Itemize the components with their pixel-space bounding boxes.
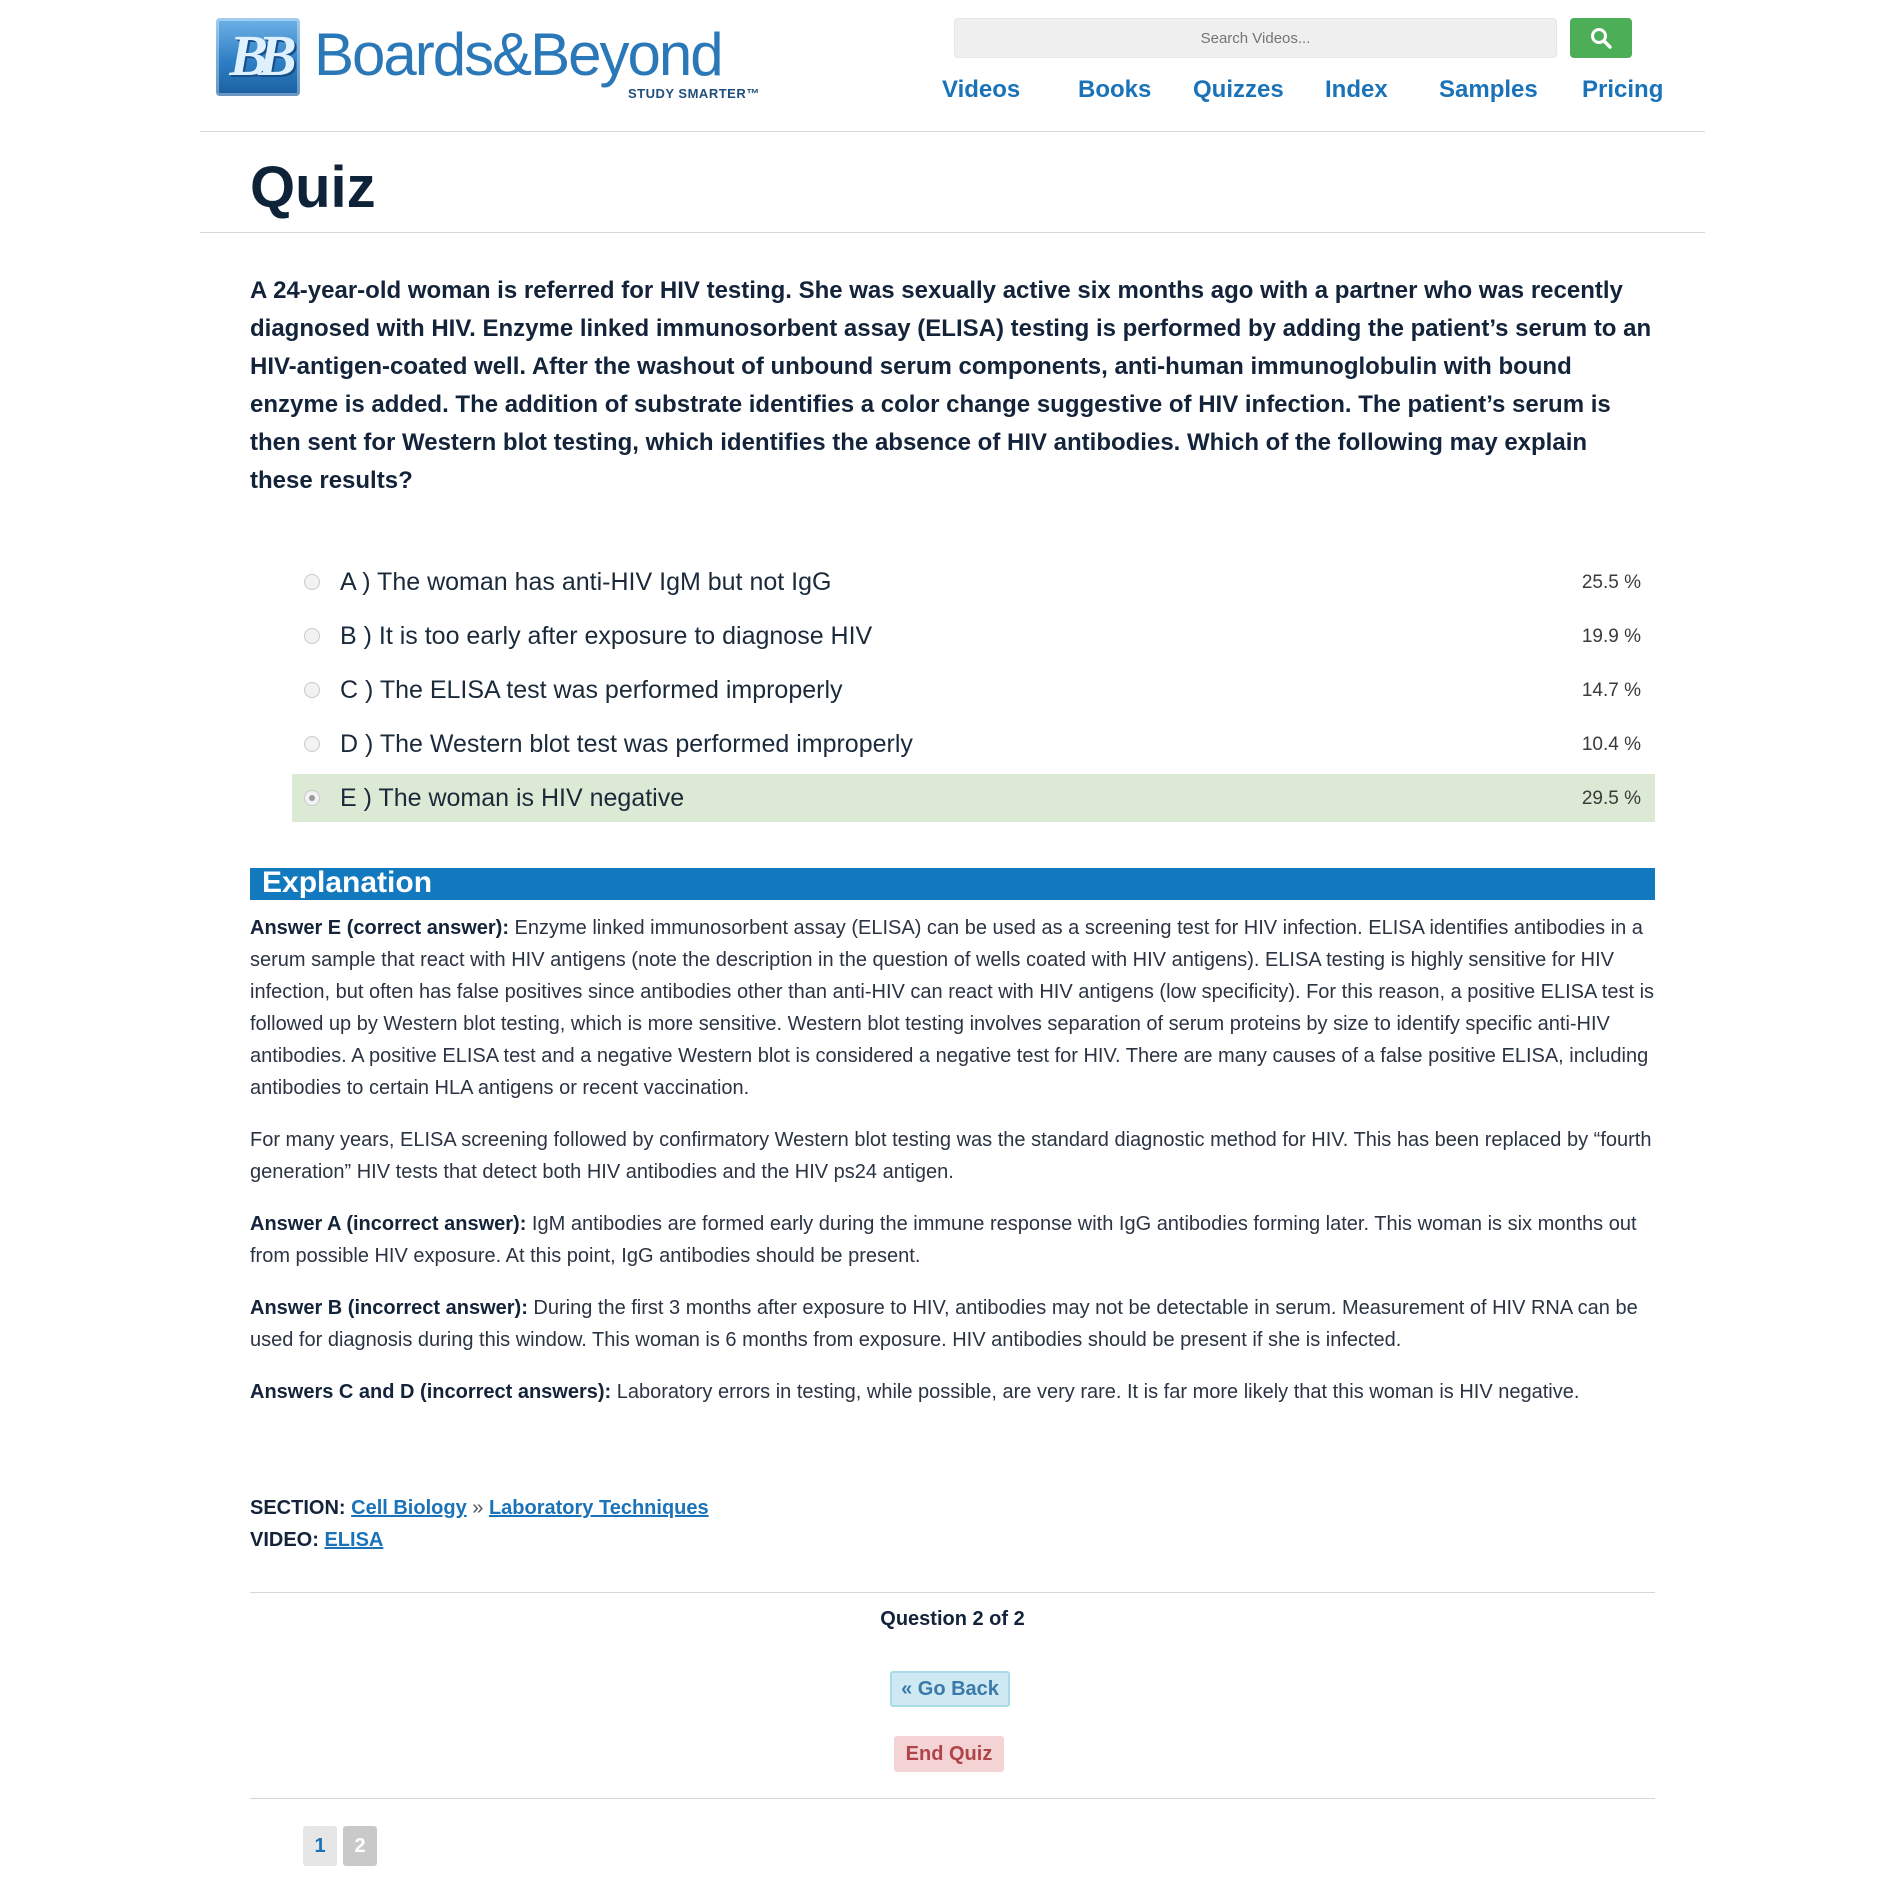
- nav-samples[interactable]: Samples: [1439, 76, 1538, 104]
- quiz-meta: SECTION: Cell Biology » Laboratory Techn…: [250, 1492, 709, 1556]
- option-label: E ) The woman is HIV negative: [340, 784, 685, 812]
- logo-mark: BB: [216, 18, 300, 96]
- video-line: VIDEO: ELISA: [250, 1524, 709, 1556]
- site-logo[interactable]: BB Boards&Beyond STUDY SMARTER™: [216, 18, 759, 101]
- divider: [250, 1592, 1655, 1593]
- logo-wordmark: Boards&Beyond: [314, 21, 724, 88]
- option-e-correct[interactable]: E ) The woman is HIV negative 29.5 %: [292, 774, 1655, 822]
- magnifier-icon: [1591, 28, 1612, 49]
- paragraph-lead: Answer B (incorrect answer):: [250, 1297, 528, 1319]
- search-input[interactable]: [954, 18, 1557, 58]
- question-stem: A 24-year-old woman is referred for HIV …: [250, 277, 1652, 494]
- explanation-header: Explanation: [250, 866, 1655, 900]
- video-label: VIDEO:: [250, 1529, 319, 1551]
- section-line: SECTION: Cell Biology » Laboratory Techn…: [250, 1492, 709, 1524]
- explanation-paragraph: Answer B (incorrect answer): During the …: [250, 1292, 1655, 1356]
- main-nav: Videos Books Quizzes Index Samples Prici…: [942, 76, 1702, 106]
- paragraph-text: Laboratory errors in testing, while poss…: [611, 1381, 1580, 1403]
- nav-videos[interactable]: Videos: [942, 76, 1020, 104]
- logo-mark-letters: BB: [229, 23, 296, 88]
- option-label: C ) The ELISA test was performed imprope…: [340, 676, 843, 704]
- option-a[interactable]: A ) The woman has anti-HIV IgM but not I…: [292, 558, 1655, 606]
- page-title: Quiz: [250, 155, 376, 220]
- question-counter: Question 2 of 2: [880, 1608, 1025, 1630]
- nav-pricing[interactable]: Pricing: [1582, 76, 1663, 104]
- logo-tagline: STUDY SMARTER™: [628, 86, 760, 101]
- divider: [250, 1798, 1655, 1799]
- paragraph-lead: Answer E (correct answer):: [250, 917, 509, 939]
- radio-button[interactable]: [304, 682, 320, 698]
- site-header: BB Boards&Beyond STUDY SMARTER™ Videos B…: [200, 0, 1705, 132]
- radio-button[interactable]: [304, 628, 320, 644]
- nav-quizzes[interactable]: Quizzes: [1193, 76, 1284, 104]
- nav-index[interactable]: Index: [1325, 76, 1388, 104]
- option-d[interactable]: D ) The Western blot test was performed …: [292, 720, 1655, 768]
- page-wrapper: BB Boards&Beyond STUDY SMARTER™ Videos B…: [200, 0, 1705, 1879]
- option-percent: 25.5 %: [1581, 572, 1641, 593]
- option-percent: 19.9 %: [1581, 626, 1641, 647]
- nav-books[interactable]: Books: [1078, 76, 1151, 104]
- explanation-paragraph: Answers C and D (incorrect answers): Lab…: [250, 1376, 1655, 1408]
- section-link-cell-biology[interactable]: Cell Biology: [351, 1497, 467, 1519]
- go-back-button[interactable]: « Go Back: [890, 1671, 1010, 1707]
- page-link-2-current[interactable]: 2: [343, 1826, 377, 1866]
- section-link-lab-techniques[interactable]: Laboratory Techniques: [489, 1497, 709, 1519]
- radio-button-selected[interactable]: [304, 790, 320, 806]
- search-button[interactable]: [1570, 18, 1632, 58]
- explanation-paragraph: Answer E (correct answer): Enzyme linked…: [250, 912, 1655, 1104]
- video-link-elisa[interactable]: ELISA: [324, 1529, 383, 1551]
- radio-button[interactable]: [304, 736, 320, 752]
- explanation-paragraph: For many years, ELISA screening followed…: [250, 1124, 1655, 1188]
- option-label: B ) It is too early after exposure to di…: [340, 622, 873, 650]
- paragraph-text: For many years, ELISA screening followed…: [250, 1129, 1652, 1183]
- paragraph-text: Enzyme linked immunosorbent assay (ELISA…: [250, 917, 1655, 1099]
- explanation-body: Answer E (correct answer): Enzyme linked…: [250, 912, 1655, 1428]
- option-percent: 29.5 %: [1581, 788, 1641, 809]
- explanation-heading: Explanation: [262, 866, 433, 899]
- radio-button[interactable]: [304, 574, 320, 590]
- explanation-paragraph: Answer A (incorrect answer): IgM antibod…: [250, 1208, 1655, 1272]
- title-bar: Quiz: [200, 132, 1705, 233]
- paragraph-lead: Answer A (incorrect answer):: [250, 1213, 527, 1235]
- section-label: SECTION:: [250, 1497, 346, 1519]
- page-link-1[interactable]: 1: [303, 1826, 337, 1866]
- option-label: A ) The woman has anti-HIV IgM but not I…: [340, 568, 832, 596]
- option-c[interactable]: C ) The ELISA test was performed imprope…: [292, 666, 1655, 714]
- option-label: D ) The Western blot test was performed …: [340, 730, 913, 758]
- option-percent: 10.4 %: [1581, 734, 1641, 755]
- option-percent: 14.7 %: [1581, 680, 1641, 701]
- paragraph-lead: Answers C and D (incorrect answers):: [250, 1381, 612, 1403]
- answer-options: A ) The woman has anti-HIV IgM but not I…: [292, 558, 1655, 828]
- breadcrumb-separator: »: [472, 1497, 484, 1519]
- end-quiz-button[interactable]: End Quiz: [894, 1736, 1004, 1772]
- option-b[interactable]: B ) It is too early after exposure to di…: [292, 612, 1655, 660]
